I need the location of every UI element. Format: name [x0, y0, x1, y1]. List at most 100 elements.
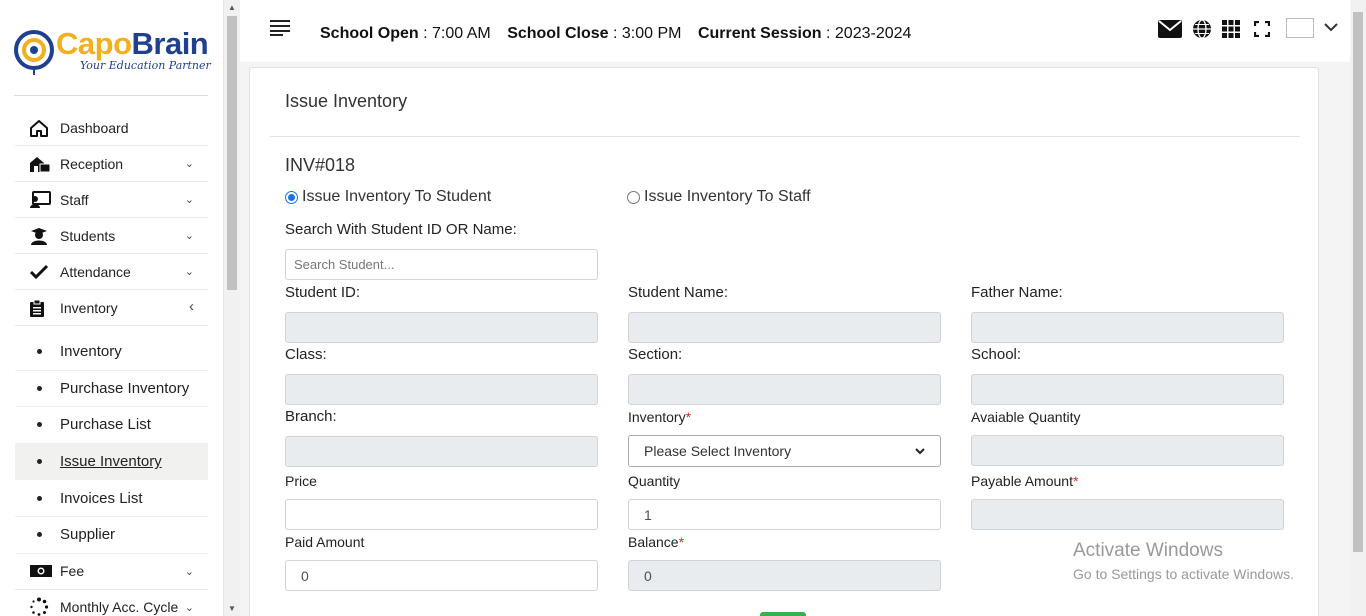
bullet-icon [37, 385, 42, 391]
subitem-label: Purchase List [60, 416, 151, 434]
avatar[interactable] [1286, 18, 1314, 38]
school-open-value: 7:00 AM [432, 25, 491, 42]
globe-icon[interactable] [1192, 19, 1212, 39]
radio-issue-to-staff[interactable]: Issue Inventory To Staff [627, 188, 811, 206]
subitem-invoices-list[interactable]: Invoices List [15, 480, 208, 517]
payable-amount-field [971, 499, 1284, 530]
sidebar-item-staff[interactable]: Staff ⌄ [15, 182, 208, 218]
sidebar-scrollbar[interactable]: ▲ ▼ [224, 0, 240, 616]
price-label: Price [285, 473, 317, 489]
paid-amount-input[interactable]: 0 [285, 560, 598, 591]
available-quantity-label: Avaiable Quantity [971, 409, 1081, 425]
check-icon [15, 264, 60, 280]
quantity-input[interactable]: 1 [628, 499, 941, 530]
student-id-label: Student ID: [285, 284, 361, 301]
student-name-label: Student Name: [628, 284, 729, 301]
scroll-up-icon[interactable]: ▲ [228, 3, 236, 12]
sidebar-item-attendance[interactable]: Attendance ⌄ [15, 254, 208, 290]
chevron-down-icon [915, 447, 925, 454]
student-name-field [628, 312, 941, 343]
chevron-down-icon: ⌄ [184, 266, 194, 278]
sidebar-item-label: Reception [60, 155, 124, 172]
radio-button[interactable] [285, 190, 298, 204]
search-placeholder: Search Student... [294, 257, 395, 272]
bullet-icon [37, 459, 42, 465]
sidebar-item-monthly-acc-cycle[interactable]: Monthly Acc. Cycle ⌄ [15, 590, 208, 616]
chevron-down-icon: ⌄ [184, 565, 194, 578]
subitem-purchase-inventory[interactable]: Purchase Inventory [15, 371, 208, 408]
bullet-icon [37, 532, 42, 538]
inventory-select-value: Please Select Inventory [644, 443, 792, 459]
divider [270, 136, 1300, 137]
quantity-value: 1 [644, 506, 652, 523]
radio-button[interactable] [627, 190, 640, 204]
student-icon [15, 227, 60, 245]
radio-label: Issue Inventory To Student [302, 188, 492, 205]
reception-icon [15, 155, 60, 173]
bullet-icon [37, 349, 42, 355]
subitem-label: Inventory [60, 343, 122, 361]
submit-button[interactable] [760, 612, 806, 616]
sidebar-item-students[interactable]: Students ⌄ [15, 218, 208, 254]
available-quantity-field [971, 435, 1284, 466]
sidebar-item-label: Attendance [60, 263, 131, 280]
class-label: Class: [285, 346, 327, 363]
brand-tagline: Your Education Partner [80, 59, 211, 72]
sidebar-item-label: Inventory [60, 299, 118, 316]
balance-value: 0 [644, 567, 652, 584]
session-label: Current Session [697, 25, 822, 42]
sidebar-item-inventory[interactable]: Inventory ‹ [15, 290, 208, 326]
divider [14, 95, 208, 96]
session-value: 2023-2024 [834, 25, 912, 42]
staff-icon [15, 190, 60, 209]
invoice-number: INV#018 [285, 155, 356, 175]
chevron-left-icon: ‹ [189, 298, 194, 315]
search-student-input[interactable]: Search Student... [285, 249, 598, 280]
money-icon [15, 564, 60, 578]
chevron-down-icon: ⌄ [184, 230, 194, 242]
page-title: Issue Inventory [285, 91, 408, 111]
student-id-field [285, 312, 598, 343]
sidebar-nav: Dashboard Reception ⌄ Staff ⌄ Students ⌄ [15, 110, 208, 616]
sidebar-item-fee[interactable]: Fee ⌄ [15, 554, 208, 590]
sidebar-item-label: Students [60, 227, 116, 244]
balance-label: Balance* [628, 534, 685, 550]
scroll-down-icon[interactable]: ▼ [228, 604, 236, 613]
price-input[interactable] [285, 499, 598, 530]
chevron-down-icon[interactable] [1324, 19, 1338, 37]
home-icon [15, 119, 60, 137]
logo[interactable]: CapoBrain Your Education Partner [14, 26, 214, 86]
section-label: Section: [628, 346, 683, 363]
watermark-title: Activate Windows [1073, 540, 1223, 561]
page-scrollbar[interactable] [1350, 0, 1366, 616]
balance-field: 0 [628, 560, 941, 591]
branch-label: Branch: [285, 408, 337, 425]
sidebar-item-dashboard[interactable]: Dashboard [15, 110, 208, 146]
subitem-supplier[interactable]: Supplier [15, 517, 208, 554]
scrollbar-thumb[interactable] [1353, 12, 1363, 552]
fullscreen-icon[interactable] [1254, 21, 1270, 37]
section-field [628, 374, 941, 405]
subitem-label: Invoices List [60, 489, 143, 507]
subitem-inventory[interactable]: Inventory [15, 334, 208, 371]
sidebar-item-label: Staff [60, 191, 89, 208]
subitem-label: Purchase Inventory [60, 379, 190, 397]
activate-windows-watermark: Activate Windows Go to Settings to activ… [1073, 540, 1294, 582]
inventory-select[interactable]: Please Select Inventory [628, 435, 941, 467]
sidebar: CapoBrain Your Education Partner Dashboa… [0, 0, 224, 616]
envelope-icon[interactable] [1158, 20, 1182, 38]
watermark-subtitle: Go to Settings to activate Windows. [1073, 566, 1294, 582]
radio-issue-to-student[interactable]: Issue Inventory To Student [285, 188, 491, 206]
grid-icon[interactable] [1222, 20, 1240, 38]
class-field [285, 374, 598, 405]
quantity-label: Quantity [628, 473, 681, 489]
subitem-issue-inventory[interactable]: Issue Inventory [15, 443, 208, 481]
subitem-purchase-list[interactable]: Purchase List [15, 407, 208, 444]
scrollbar-thumb[interactable] [227, 16, 237, 290]
sidebar-item-label: Fee [60, 563, 85, 580]
menu-toggle-icon[interactable] [270, 19, 292, 42]
payable-amount-label: Payable Amount* [971, 473, 1079, 489]
required-mark: * [685, 409, 692, 425]
sidebar-item-reception[interactable]: Reception ⌄ [15, 146, 208, 182]
sidebar-item-label: Monthly Acc. Cycle [60, 599, 179, 616]
